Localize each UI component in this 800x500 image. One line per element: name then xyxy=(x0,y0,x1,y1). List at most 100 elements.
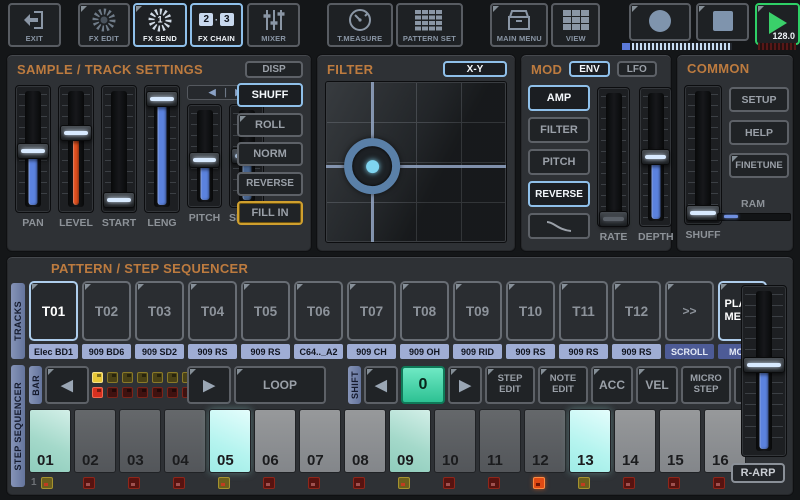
finetune-button[interactable]: FINETUNE xyxy=(729,153,789,178)
step-pad-02[interactable]: 02 xyxy=(74,409,116,473)
track-button-t04[interactable]: T04 xyxy=(188,281,237,341)
xy-mode-button[interactable]: X-Y xyxy=(443,61,507,77)
sequencer-level-slider[interactable] xyxy=(741,285,787,457)
mod-reverse-button[interactable]: REVERSE xyxy=(528,181,590,207)
step-pad-03[interactable]: 03 xyxy=(119,409,161,473)
bar-indicator[interactable] xyxy=(107,372,118,383)
bar-indicator[interactable] xyxy=(152,372,163,383)
step-pad-08[interactable]: 08 xyxy=(344,409,386,473)
step-pad-07[interactable]: 07 xyxy=(299,409,341,473)
track-button-t12[interactable]: T12 xyxy=(612,281,661,341)
step-pad-14[interactable]: 14 xyxy=(614,409,656,473)
step-pad-04[interactable]: 04 xyxy=(164,409,206,473)
bar-indicator[interactable] xyxy=(137,387,148,398)
mixer-button[interactable]: MIXER xyxy=(247,3,300,47)
track-button-t01[interactable]: T01 xyxy=(29,281,78,341)
mod-filter-button[interactable]: FILTER xyxy=(528,117,590,143)
pattern-set-button[interactable]: PATTERN SET xyxy=(396,3,464,47)
step-flag-icon xyxy=(713,477,725,489)
roll-button[interactable]: ROLL xyxy=(237,113,303,137)
record-button[interactable] xyxy=(629,3,691,41)
exit-icon xyxy=(22,5,46,34)
bar-indicator[interactable] xyxy=(122,372,133,383)
filter-xy-pad[interactable] xyxy=(325,81,507,243)
step-flag-icon xyxy=(668,477,680,489)
track-button-t02[interactable]: T02 xyxy=(82,281,131,341)
leng-slider[interactable] xyxy=(144,85,180,213)
step-pad-11[interactable]: 11 xyxy=(479,409,521,473)
track-button-t09[interactable]: T09 xyxy=(453,281,502,341)
bar-prev-button[interactable]: ◀ xyxy=(45,366,89,404)
step-pad-06[interactable]: 06 xyxy=(254,409,296,473)
mod-pitch-button[interactable]: PITCH xyxy=(528,149,590,175)
main-menu-button[interactable]: MAIN MENU xyxy=(490,3,548,47)
step-pad-13[interactable]: 13 xyxy=(569,409,611,473)
pan-slider[interactable] xyxy=(15,85,51,213)
bar-indicator[interactable] xyxy=(92,387,103,398)
bar-indicator[interactable] xyxy=(152,387,163,398)
track-button-t05[interactable]: T05 xyxy=(241,281,290,341)
track-button-t03[interactable]: T03 xyxy=(135,281,184,341)
exit-button[interactable]: EXIT xyxy=(8,3,61,47)
t-measure-button[interactable]: T.MEASURE xyxy=(327,3,393,47)
bar-indicator[interactable] xyxy=(122,387,133,398)
step-flag-icon xyxy=(623,477,635,489)
bar-indicator[interactable] xyxy=(167,387,178,398)
vel-button[interactable]: VEL xyxy=(636,366,678,404)
stop-button[interactable] xyxy=(696,3,749,41)
level-slider[interactable] xyxy=(58,85,94,213)
bar-indicator[interactable] xyxy=(137,372,148,383)
track-sample-label: 909 RS xyxy=(188,344,237,359)
start-slider[interactable] xyxy=(101,85,137,213)
setup-button[interactable]: SETUP xyxy=(729,87,789,112)
norm-button[interactable]: NORM xyxy=(237,142,303,166)
xy-knob[interactable] xyxy=(344,138,400,194)
mod-env-shape-button[interactable] xyxy=(528,213,590,239)
fx-send-button[interactable]: 1 FX SEND xyxy=(133,3,187,47)
track-button-t08[interactable]: T08 xyxy=(400,281,449,341)
step-pad-09[interactable]: 09 xyxy=(389,409,431,473)
step-pad-05[interactable]: 05 xyxy=(209,409,251,473)
pitch-slider[interactable] xyxy=(187,104,222,208)
note-edit-button[interactable]: NOTE EDIT xyxy=(538,366,588,404)
step-edit-button[interactable]: STEP EDIT xyxy=(485,366,535,404)
view-button[interactable]: VIEW xyxy=(551,3,600,47)
sample-prev-icon[interactable]: ◀ xyxy=(209,87,216,98)
fx-edit-button[interactable]: FX EDIT xyxy=(78,3,131,47)
reverse-button[interactable]: REVERSE xyxy=(237,172,303,196)
track-button-t07[interactable]: T07 xyxy=(347,281,396,341)
r-arp-button[interactable]: R-ARP xyxy=(731,463,785,483)
fx-chain-button[interactable]: 2 · 3 FX CHAIN xyxy=(190,3,244,47)
bar-next-button[interactable]: ▶ xyxy=(187,366,231,404)
step-pad-12[interactable]: 12 xyxy=(524,409,566,473)
track-button-t10[interactable]: T10 xyxy=(506,281,555,341)
shuff-button[interactable]: SHUFF xyxy=(237,83,303,107)
track-button-t06[interactable]: T06 xyxy=(294,281,343,341)
loop-button[interactable]: LOOP xyxy=(234,366,326,404)
track-scroll-button[interactable]: >> xyxy=(665,281,714,341)
rate-slider[interactable] xyxy=(597,87,630,227)
acc-button[interactable]: ACC xyxy=(591,366,633,404)
step-pad-15[interactable]: 15 xyxy=(659,409,701,473)
micro-step-button[interactable]: MICRO STEP xyxy=(681,366,731,404)
bar-indicator-grid[interactable] xyxy=(92,372,184,399)
fill-in-button[interactable]: FILL IN xyxy=(237,201,303,225)
shift-right-button[interactable]: ▶ xyxy=(448,366,482,404)
mod-amp-button[interactable]: AMP xyxy=(528,85,590,111)
play-button[interactable]: 128.0 xyxy=(755,3,800,45)
pan-slider-group: PAN xyxy=(15,85,51,229)
tracks-strip: TRACKS xyxy=(11,283,25,359)
bar-indicator[interactable] xyxy=(107,387,118,398)
step-pad-01[interactable]: 01 xyxy=(29,409,71,473)
track-button-t11[interactable]: T11 xyxy=(559,281,608,341)
bar-indicator[interactable] xyxy=(92,372,103,383)
env-tab[interactable]: ENV xyxy=(569,61,610,77)
step-pad-10[interactable]: 10 xyxy=(434,409,476,473)
gauge-icon xyxy=(347,5,373,34)
bar-indicator[interactable] xyxy=(167,372,178,383)
shift-left-button[interactable]: ◀ xyxy=(364,366,398,404)
depth-slider[interactable] xyxy=(639,87,672,227)
help-button[interactable]: HELP xyxy=(729,120,789,145)
lfo-tab[interactable]: LFO xyxy=(617,61,657,77)
disp-button[interactable]: DISP xyxy=(245,61,303,78)
